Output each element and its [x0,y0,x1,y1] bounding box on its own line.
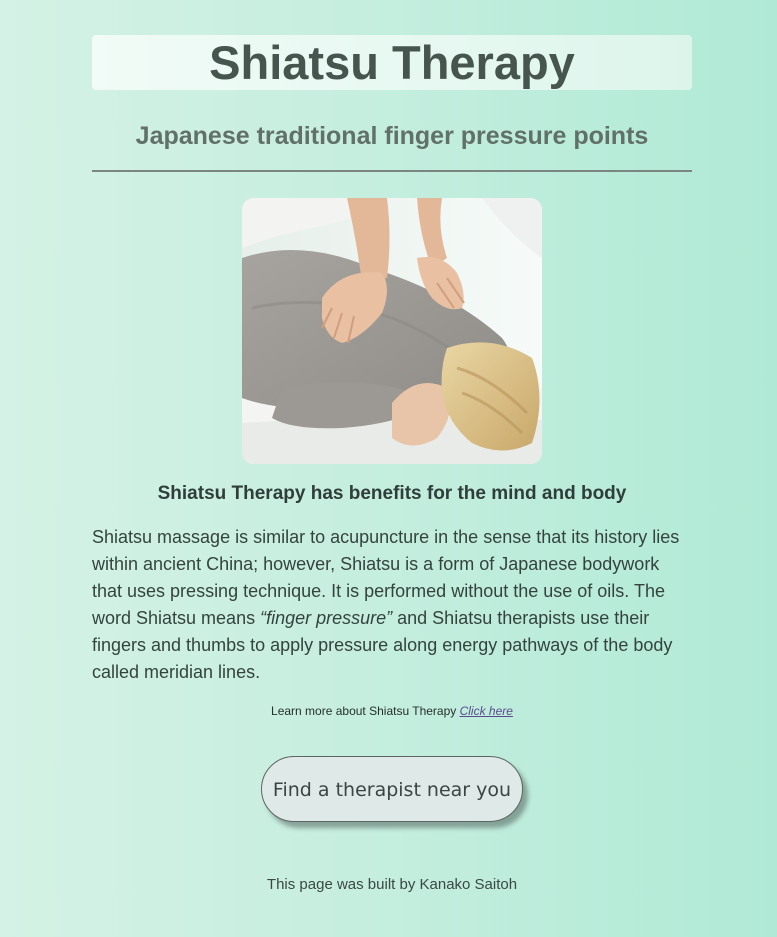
learn-more-text: Learn more about Shiatsu Therapy [271,704,460,718]
emphasis-finger-pressure: “finger pressure” [260,608,393,628]
find-therapist-button[interactable]: Find a therapist near you [261,756,523,822]
page-subtitle: Japanese traditional finger pressure poi… [135,122,649,150]
description-paragraph: Shiatsu massage is similar to acupunctur… [92,524,692,686]
massage-photo [242,198,542,464]
page-title: Shiatsu Therapy [209,36,575,89]
learn-more-line: Learn more about Shiatsu Therapy Click h… [92,703,692,719]
footer-credit: This page was built by Kanako Saitoh [266,876,518,893]
click-here-link[interactable]: Click here [460,704,513,718]
divider [92,170,692,172]
benefits-heading: Shiatsu Therapy has benefits for the min… [157,483,627,504]
